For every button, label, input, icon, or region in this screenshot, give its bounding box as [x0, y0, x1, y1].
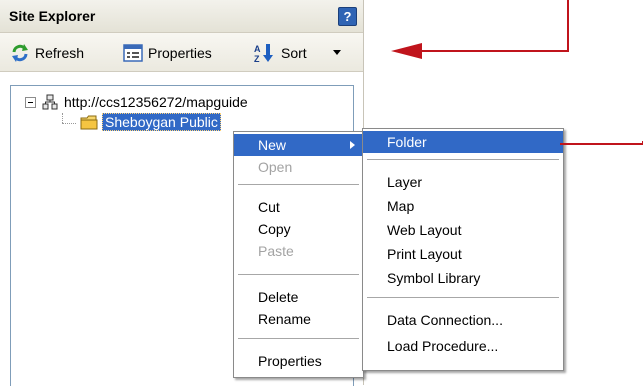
annotation-arrows	[391, 0, 643, 145]
annotation-arrow-toolbar	[391, 0, 569, 59]
annotation-line-submenu	[560, 141, 643, 145]
